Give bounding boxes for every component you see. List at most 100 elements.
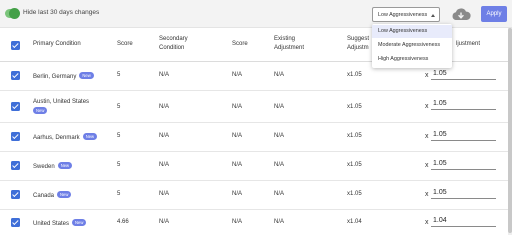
suggested-adjustment: x1.05 bbox=[347, 162, 362, 168]
adjustment-input[interactable]: 1.05 bbox=[431, 129, 496, 141]
cloud-download-button[interactable] bbox=[450, 7, 472, 22]
secondary-score: N/A bbox=[232, 133, 243, 139]
table-row: United States New 4.66 N/A N/A N/A x1.04 … bbox=[0, 210, 508, 235]
table-row: Sweden New 5 N/A N/A N/A x1.05 x 1.05 bbox=[0, 152, 508, 181]
primary-condition: United States New bbox=[33, 219, 87, 227]
secondary-condition: N/A bbox=[159, 219, 170, 225]
header-secondary-condition: Secondary Condition bbox=[159, 35, 188, 53]
multiplier-sign: x bbox=[425, 191, 429, 198]
secondary-score: N/A bbox=[232, 219, 243, 225]
condition-name: Aarhus, Denmark bbox=[33, 135, 80, 141]
multiplier-sign: x bbox=[425, 103, 429, 110]
score: 5 bbox=[117, 162, 121, 168]
vertical-scrollbar[interactable] bbox=[508, 28, 512, 235]
chevron-up-icon bbox=[431, 14, 435, 17]
new-badge: New bbox=[82, 133, 98, 140]
header-secondary-line1: Secondary bbox=[159, 36, 188, 42]
secondary-score: N/A bbox=[232, 72, 243, 78]
suggested-adjustment: x1.05 bbox=[347, 191, 362, 197]
adjustment-input[interactable]: 1.05 bbox=[431, 187, 496, 199]
multiplier-sign: x bbox=[425, 219, 429, 226]
suggested-adjustment: x1.05 bbox=[347, 133, 362, 139]
new-badge: New bbox=[72, 219, 87, 226]
header-suggested-line2: Adjustm bbox=[347, 45, 369, 51]
row-checkbox[interactable] bbox=[11, 71, 20, 80]
secondary-condition: N/A bbox=[159, 104, 170, 110]
score: 5 bbox=[117, 104, 121, 110]
row-checkbox[interactable] bbox=[11, 102, 20, 111]
row-checkbox[interactable] bbox=[11, 190, 20, 199]
header-suggested-line1: Suggest bbox=[347, 36, 370, 42]
header-suggested-adjustment: Suggest Adjustm bbox=[347, 35, 369, 53]
existing-adjustment: N/A bbox=[274, 133, 285, 139]
secondary-condition: N/A bbox=[159, 133, 170, 139]
header-score: Score bbox=[117, 41, 133, 47]
toggle-knob bbox=[9, 8, 20, 19]
existing-adjustment: N/A bbox=[274, 191, 285, 197]
secondary-score: N/A bbox=[232, 191, 243, 197]
multiplier-sign: x bbox=[425, 133, 429, 140]
header-adjustment: ljustment bbox=[456, 41, 481, 47]
header-score-2: Score bbox=[232, 41, 248, 47]
adjustment-input[interactable]: 1.05 bbox=[431, 68, 496, 80]
primary-condition: Austin, United States New bbox=[33, 99, 89, 115]
option-high-aggressiveness[interactable]: High Aggressiveness bbox=[372, 53, 452, 66]
score: 5 bbox=[117, 72, 121, 78]
existing-adjustment: N/A bbox=[274, 162, 285, 168]
row-checkbox[interactable] bbox=[11, 161, 20, 170]
new-badge: New bbox=[79, 72, 94, 79]
aggressiveness-select[interactable]: Low Aggressiveness bbox=[372, 7, 440, 22]
score: 5 bbox=[117, 133, 121, 139]
suggested-adjustment: x1.05 bbox=[347, 72, 362, 78]
select-all-checkbox[interactable] bbox=[11, 41, 20, 50]
primary-condition: Aarhus, Denmark New bbox=[33, 133, 98, 141]
apply-button[interactable]: Apply bbox=[481, 6, 507, 22]
table-row: Canada New 5 N/A N/A N/A x1.05 x 1.05 bbox=[0, 181, 508, 210]
row-checkbox[interactable] bbox=[11, 218, 20, 227]
header-primary-condition: Primary Condition bbox=[33, 41, 81, 47]
select-value: Low Aggressiveness bbox=[378, 12, 428, 18]
primary-condition: Sweden New bbox=[33, 162, 73, 170]
secondary-condition: N/A bbox=[159, 191, 170, 197]
hide-changes-toggle[interactable] bbox=[5, 8, 20, 19]
cloud-download-icon bbox=[452, 8, 471, 20]
secondary-condition: N/A bbox=[159, 72, 170, 78]
primary-condition: Canada New bbox=[33, 191, 72, 199]
header-existing-line1: Existing bbox=[274, 36, 296, 42]
adjustment-input[interactable]: 1.05 bbox=[431, 98, 496, 110]
existing-adjustment: N/A bbox=[274, 219, 285, 225]
suggested-adjustment: x1.05 bbox=[347, 104, 362, 110]
multiplier-sign: x bbox=[425, 72, 429, 79]
primary-condition: Berlin, Germany New bbox=[33, 72, 94, 80]
existing-adjustment: N/A bbox=[274, 72, 285, 78]
secondary-score: N/A bbox=[232, 104, 243, 110]
condition-name: Sweden bbox=[33, 164, 55, 170]
table-row: Austin, United States New 5 N/A N/A N/A … bbox=[0, 91, 508, 123]
score: 5 bbox=[117, 191, 121, 197]
header-existing-adjustment: Existing Adjustment bbox=[274, 35, 304, 53]
secondary-score: N/A bbox=[232, 162, 243, 168]
scrollbar-thumb[interactable] bbox=[508, 28, 512, 233]
score: 4.66 bbox=[117, 219, 129, 225]
aggressiveness-dropdown-menu: Low Aggressiveness Moderate Aggressivene… bbox=[372, 24, 452, 68]
condition-name: Berlin, Germany bbox=[33, 74, 77, 80]
new-badge: New bbox=[57, 162, 73, 169]
adjustment-input[interactable]: 1.05 bbox=[431, 158, 496, 170]
multiplier-sign: x bbox=[425, 162, 429, 169]
new-badge: New bbox=[33, 107, 48, 114]
condition-name: United States bbox=[33, 221, 70, 227]
header-secondary-line2: Condition bbox=[159, 45, 185, 51]
condition-name: Austin, United States bbox=[33, 99, 90, 105]
adjustment-input[interactable]: 1.04 bbox=[431, 215, 496, 227]
option-moderate-aggressiveness[interactable]: Moderate Aggressiveness bbox=[372, 39, 452, 52]
row-checkbox[interactable] bbox=[11, 132, 20, 141]
option-low-aggressiveness[interactable]: Low Aggressiveness bbox=[372, 25, 452, 38]
secondary-condition: N/A bbox=[159, 162, 170, 168]
table-row: Aarhus, Denmark New 5 N/A N/A N/A x1.05 x… bbox=[0, 123, 508, 152]
existing-adjustment: N/A bbox=[274, 104, 285, 110]
condition-name: Canada bbox=[33, 193, 55, 199]
suggested-adjustment: x1.04 bbox=[347, 219, 362, 225]
new-badge: New bbox=[57, 191, 72, 198]
header-existing-line2: Adjustment bbox=[274, 45, 305, 51]
toggle-label: Hide last 30 days changes bbox=[23, 9, 100, 16]
